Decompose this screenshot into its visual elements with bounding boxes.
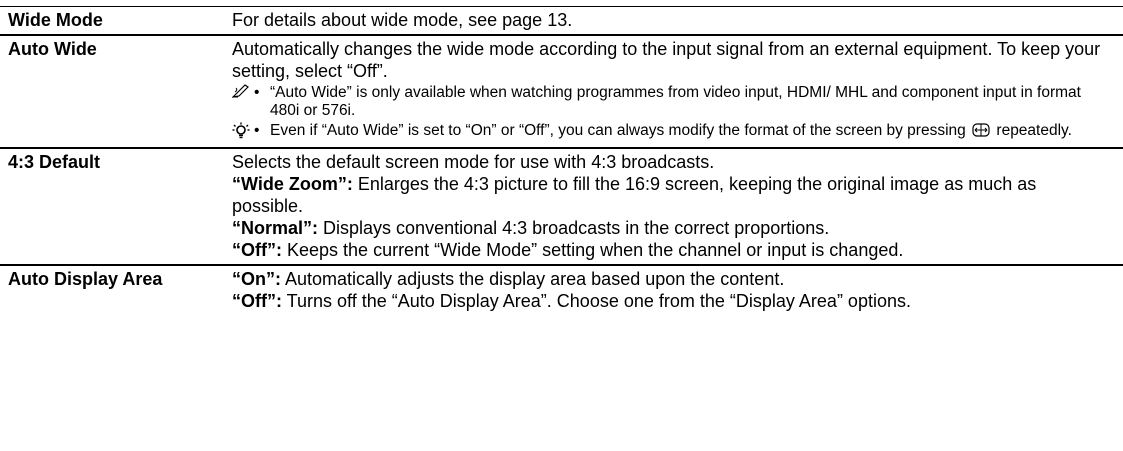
note-item: • “Auto Wide” is only available when wat…: [231, 84, 1105, 120]
row-wide-mode: Wide Mode For details about wide mode, s…: [0, 6, 1123, 36]
option-label: “On”:: [232, 269, 281, 289]
option-text: Turns off the “Auto Display Area”. Choos…: [286, 291, 911, 311]
setting-description: For details about wide mode, see page 13…: [232, 7, 1123, 34]
bullet: •: [254, 84, 260, 101]
option-normal: “Normal”: Displays conventional 4:3 broa…: [232, 217, 1105, 239]
option-label: “Wide Zoom”:: [232, 174, 353, 194]
setting-label: 4:3 Default: [8, 152, 101, 172]
option-text: Automatically adjusts the display area b…: [285, 269, 785, 289]
setting-label: Auto Display Area: [8, 269, 163, 289]
wide-mode-button-icon: [972, 123, 990, 142]
option-off: “Off”: Keeps the current “Wide Mode” set…: [232, 239, 1105, 261]
note-text: “Auto Wide” is only available when watch…: [270, 84, 1081, 119]
setting-description: Selects the default screen mode for use …: [232, 149, 1123, 264]
setting-description: “On”: Automatically adjusts the display …: [232, 266, 1123, 315]
setting-label: Wide Mode: [8, 10, 103, 30]
option-text: Keeps the current “Wide Mode” setting wh…: [287, 240, 904, 260]
lightbulb-tip-icon: [232, 122, 254, 144]
row-auto-display-area: Auto Display Area “On”: Automatically ad…: [0, 266, 1123, 315]
description-text: Automatically changes the wide mode acco…: [232, 39, 1101, 81]
tip-item: • Even if “Auto Wide” is set to “On” or …: [232, 122, 1105, 144]
option-wide-zoom: “Wide Zoom”: Enlarges the 4:3 picture to…: [232, 173, 1105, 217]
tip-text: Even if “Auto Wide” is set to “On” or “O…: [270, 122, 1105, 144]
row-auto-wide: Auto Wide Automatically changes the wide…: [0, 36, 1123, 149]
option-text: Displays conventional 4:3 broadcasts in …: [323, 218, 830, 238]
bullet: •: [254, 122, 260, 139]
setting-description: Automatically changes the wide mode acco…: [231, 36, 1123, 147]
option-label: “Normal”:: [232, 218, 319, 238]
option-off: “Off”: Turns off the “Auto Display Area”…: [232, 290, 1105, 312]
option-label: “Off”:: [232, 240, 282, 260]
tip-text-after: repeatedly.: [996, 122, 1072, 139]
option-text: Enlarges the 4:3 picture to fill the 16:…: [232, 174, 1037, 216]
row-4-3-default: 4:3 Default Selects the default screen m…: [0, 149, 1123, 266]
setting-label: Auto Wide: [8, 39, 97, 59]
option-label: “Off”:: [232, 291, 282, 311]
option-on: “On”: Automatically adjusts the display …: [232, 268, 1105, 290]
description-text: For details about wide mode, see page 13…: [232, 10, 573, 30]
description-text: Selects the default screen mode for use …: [232, 152, 715, 172]
tip-text-before: Even if “Auto Wide” is set to “On” or “O…: [270, 122, 966, 139]
memo-pencil-icon: [231, 84, 254, 120]
settings-table: Wide Mode For details about wide mode, s…: [0, 6, 1123, 315]
